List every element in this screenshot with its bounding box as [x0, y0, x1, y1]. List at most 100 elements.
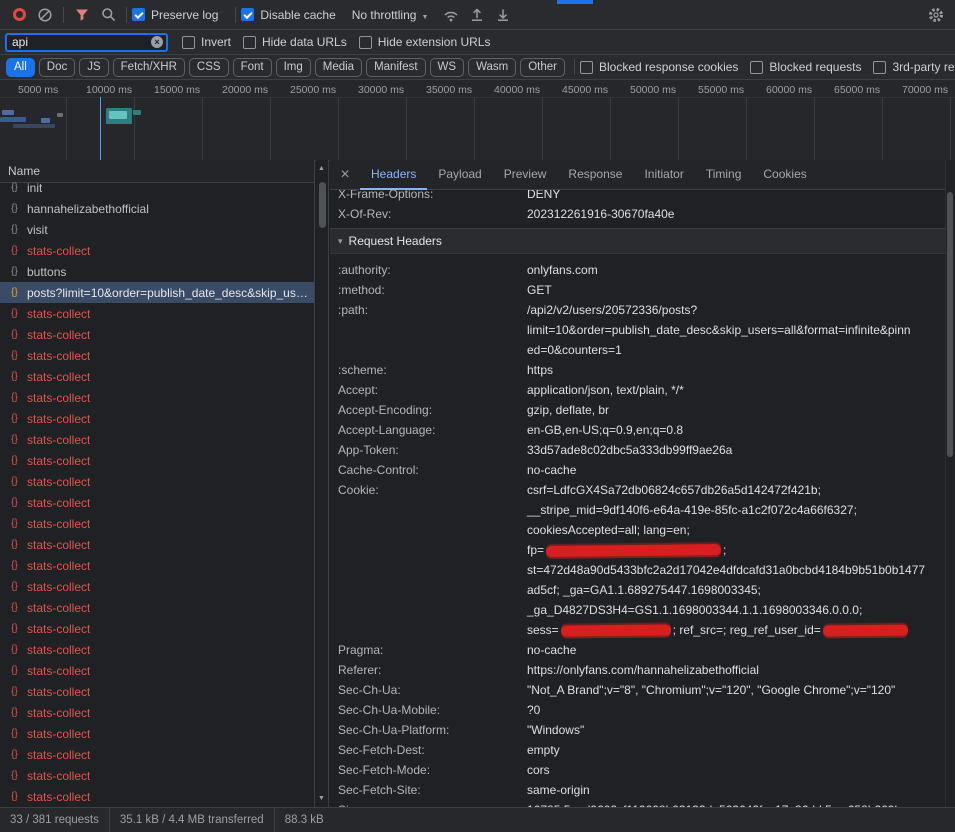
tab-headers[interactable]: Headers [360, 160, 427, 190]
header-value: https://onlyfans.com/hannahelizabethoffi… [527, 660, 945, 680]
type-filter-fetch-xhr[interactable]: Fetch/XHR [113, 58, 185, 77]
request-row[interactable]: {}stats-collect [0, 744, 314, 765]
type-filter-wasm[interactable]: Wasm [468, 58, 516, 77]
request-name: stats-collect [27, 706, 90, 720]
request-name: posts?limit=10&order=publish_date_desc&s… [27, 286, 314, 300]
request-row[interactable]: {} posts?limit=10&order=publish_date_desc… [0, 282, 314, 303]
header-value: GET [527, 280, 945, 300]
import-har-button[interactable] [464, 2, 490, 28]
clear-button[interactable] [32, 2, 58, 28]
scrollbar-thumb[interactable] [947, 192, 953, 457]
details-scrollbar[interactable] [945, 160, 955, 807]
search-icon [101, 7, 116, 22]
search-button[interactable] [95, 2, 121, 28]
tab-timing[interactable]: Timing [695, 160, 753, 190]
type-filter-all[interactable]: All [6, 58, 35, 77]
request-row[interactable]: {}stats-collect [0, 345, 314, 366]
scrollbar-thumb[interactable] [319, 182, 326, 228]
request-row[interactable]: {}buttons [0, 261, 314, 282]
cookie-line: csrf=LdfcGX4Sa72db06824c657db26a5d142472… [527, 480, 939, 500]
request-type-icon: {} [8, 434, 21, 445]
header-value: 33d57ade8c02dbc5a333db99ff9ae26a [527, 440, 945, 460]
header-row: Sign:16785:5aad9602cf110608b03133de56364… [330, 800, 945, 807]
request-row[interactable]: {}stats-collect [0, 765, 314, 786]
header-name: App-Token: [330, 440, 527, 460]
tab-cookies[interactable]: Cookies [752, 160, 817, 190]
request-row[interactable]: {}stats-collect [0, 723, 314, 744]
type-filter-media[interactable]: Media [315, 58, 362, 77]
filter-input-box [5, 33, 168, 52]
clear-icon [37, 7, 53, 23]
type-filter-font[interactable]: Font [233, 58, 272, 77]
scroll-down-icon[interactable] [318, 795, 325, 802]
network-overview-timeline[interactable]: 5000 ms10000 ms15000 ms20000 ms25000 ms3… [0, 80, 955, 161]
request-headers-section-toggle[interactable]: Request Headers [330, 229, 945, 254]
tab-payload[interactable]: Payload [427, 160, 492, 190]
cookie-text: fp= [527, 543, 544, 557]
blocked-requests-checkbox[interactable] [750, 61, 763, 74]
header-row: Pragma:no-cache [330, 640, 945, 660]
type-filter-other[interactable]: Other [520, 58, 565, 77]
request-row[interactable]: {}init [0, 177, 314, 198]
network-conditions-button[interactable] [438, 2, 464, 28]
request-row[interactable]: {}stats-collect [0, 702, 314, 723]
network-activity-bar [41, 118, 50, 123]
tab-preview[interactable]: Preview [493, 160, 558, 190]
tab-response[interactable]: Response [557, 160, 633, 190]
type-filter-ws[interactable]: WS [430, 58, 465, 77]
request-row[interactable]: {}stats-collect [0, 618, 314, 639]
request-row[interactable]: {}stats-collect [0, 324, 314, 345]
hide-extension-urls-checkbox[interactable] [359, 36, 372, 49]
request-row[interactable]: {}stats-collect [0, 786, 314, 807]
timeline-tick-label: 50000 ms [630, 84, 676, 96]
header-value: https [527, 360, 945, 380]
clear-filter-icon[interactable] [151, 36, 163, 48]
request-row[interactable]: {} stats-collect [0, 429, 314, 450]
request-row[interactable]: {}stats-collect [0, 597, 314, 618]
request-row[interactable]: {}stats-collect [0, 513, 314, 534]
blocked-response-cookies-label: Blocked response cookies [599, 60, 738, 74]
timeline-tick-label: 55000 ms [698, 84, 744, 96]
request-name: stats-collect [27, 433, 90, 447]
filter-toggle-button[interactable] [69, 2, 95, 28]
request-row[interactable]: {}stats-collect [0, 555, 314, 576]
request-row[interactable]: {}stats-collect [0, 471, 314, 492]
request-headers-list: :authority:onlyfans.com:method:GET:path:… [330, 260, 945, 807]
type-filter-manifest[interactable]: Manifest [366, 58, 425, 77]
request-row[interactable]: {}stats-collect [0, 366, 314, 387]
type-filter-doc[interactable]: Doc [39, 58, 75, 77]
tab-initiator[interactable]: Initiator [633, 160, 694, 190]
request-row[interactable]: {}visit [0, 219, 314, 240]
blocked-response-cookies-checkbox[interactable] [580, 61, 593, 74]
type-filter-js[interactable]: JS [79, 58, 108, 77]
request-row[interactable]: {}stats-collect [0, 534, 314, 555]
request-row[interactable]: {}stats-collect [0, 681, 314, 702]
disable-cache-checkbox[interactable] [241, 8, 254, 21]
preserve-log-checkbox[interactable] [132, 8, 145, 21]
request-type-icon: {} [8, 287, 21, 298]
settings-button[interactable] [923, 2, 949, 28]
invert-checkbox[interactable] [182, 36, 195, 49]
export-har-button[interactable] [490, 2, 516, 28]
third-party-requests-checkbox[interactable] [873, 61, 886, 74]
request-row[interactable]: {}stats-collect [0, 303, 314, 324]
request-row[interactable]: {}stats-collect [0, 450, 314, 471]
scroll-up-icon[interactable] [318, 165, 325, 172]
request-row[interactable]: {}stats-collect [0, 639, 314, 660]
request-row[interactable]: {}stats-collect [0, 240, 314, 261]
record-button[interactable] [6, 2, 32, 28]
request-row[interactable]: {}stats-collect [0, 408, 314, 429]
close-details-icon[interactable] [330, 166, 360, 184]
hide-data-urls-checkbox[interactable] [243, 36, 256, 49]
type-filter-img[interactable]: Img [276, 58, 311, 77]
request-row[interactable]: {}stats-collect [0, 660, 314, 681]
request-row[interactable]: {}hannahelizabethofficial [0, 198, 314, 219]
filter-input[interactable] [12, 35, 151, 49]
request-list-scrollbar[interactable] [316, 160, 329, 807]
header-name: Sec-Fetch-Dest: [330, 740, 527, 760]
request-row[interactable]: {}stats-collect [0, 387, 314, 408]
type-filter-css[interactable]: CSS [189, 58, 229, 77]
throttling-select[interactable]: No throttling [352, 8, 429, 22]
request-row[interactable]: {}stats-collect [0, 492, 314, 513]
request-row[interactable]: {}stats-collect [0, 576, 314, 597]
